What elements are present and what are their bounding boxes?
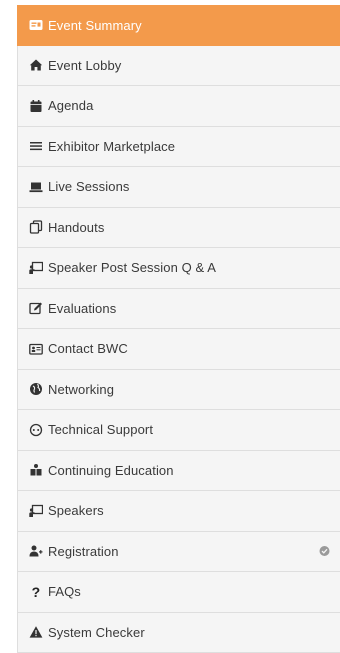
sidebar-item-label: Handouts — [48, 220, 104, 235]
sidebar-item-event-summary[interactable]: Event Summary — [17, 5, 340, 46]
copy-icon — [29, 220, 43, 234]
sidebar-item-event-lobby[interactable]: Event Lobby — [17, 46, 340, 87]
sidebar-item-label: Agenda — [48, 98, 93, 113]
sidebar-item-label: Speaker Post Session Q & A — [48, 260, 216, 275]
globe-icon — [29, 382, 43, 396]
contact-card-icon — [29, 342, 43, 356]
sidebar-item-label: FAQs — [48, 584, 81, 599]
laptop-icon — [29, 180, 43, 194]
education-icon — [29, 463, 43, 477]
sidebar-item-contact-bwc[interactable]: Contact BWC — [17, 329, 340, 370]
sidebar-item-faqs[interactable]: ? FAQs — [17, 572, 340, 613]
sidebar-nav: Event Summary Event Lobby Agenda Exhibit… — [17, 5, 340, 653]
list-icon — [29, 139, 43, 153]
presentation-icon — [29, 261, 43, 275]
sidebar-item-label: Event Lobby — [48, 58, 121, 73]
presentation-icon — [29, 504, 43, 518]
sidebar-item-technical-support[interactable]: Technical Support — [17, 410, 340, 451]
sidebar-item-evaluations[interactable]: Evaluations — [17, 289, 340, 330]
sidebar-item-exhibitor-marketplace[interactable]: Exhibitor Marketplace — [17, 127, 340, 168]
sidebar-item-label: Evaluations — [48, 301, 116, 316]
sidebar-item-label: Contact BWC — [48, 341, 128, 356]
sidebar-item-live-sessions[interactable]: Live Sessions — [17, 167, 340, 208]
sidebar-item-label: Speakers — [48, 503, 104, 518]
sidebar-item-networking[interactable]: Networking — [17, 370, 340, 411]
edit-icon — [29, 301, 43, 315]
sidebar-item-system-checker[interactable]: System Checker — [17, 613, 340, 653]
sidebar-item-speaker-post-session-qa[interactable]: Speaker Post Session Q & A — [17, 248, 340, 289]
sidebar-item-label: Technical Support — [48, 422, 153, 437]
sidebar-item-label: Registration — [48, 544, 119, 559]
sidebar-item-continuing-education[interactable]: Continuing Education — [17, 451, 340, 492]
support-icon — [29, 423, 43, 437]
sidebar-item-label: System Checker — [48, 625, 145, 640]
calendar-icon — [29, 99, 43, 113]
sidebar-item-agenda[interactable]: Agenda — [17, 86, 340, 127]
sidebar-item-label: Event Summary — [48, 18, 142, 33]
check-circle-icon — [319, 546, 330, 557]
home-icon — [29, 58, 43, 72]
sidebar-item-label: Exhibitor Marketplace — [48, 139, 175, 154]
sidebar-item-label: Networking — [48, 382, 114, 397]
sidebar-item-handouts[interactable]: Handouts — [17, 208, 340, 249]
sidebar-item-label: Live Sessions — [48, 179, 130, 194]
user-add-icon — [29, 544, 43, 558]
sidebar-item-registration[interactable]: Registration — [17, 532, 340, 573]
question-icon: ? — [29, 585, 43, 599]
sidebar-item-speakers[interactable]: Speakers — [17, 491, 340, 532]
sidebar-item-label: Continuing Education — [48, 463, 174, 478]
summary-card-icon — [29, 18, 43, 32]
warning-icon — [29, 625, 43, 639]
